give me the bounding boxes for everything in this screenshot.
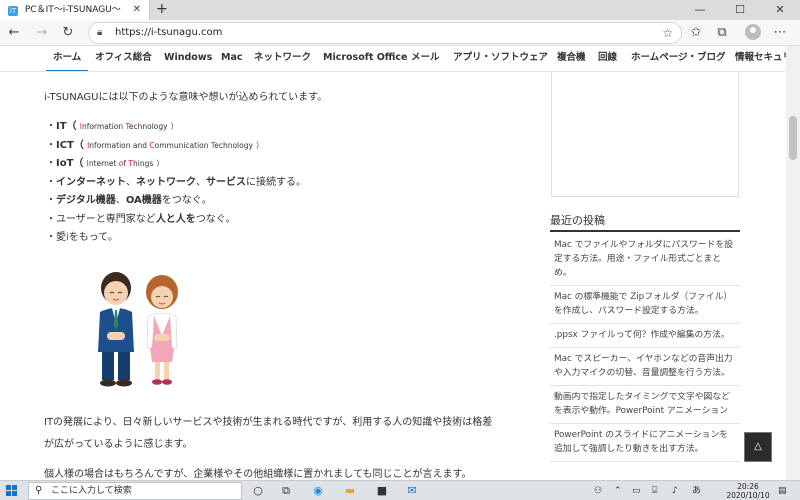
man-figure bbox=[98, 272, 134, 387]
nav-item-multifunction[interactable]: 複合機 bbox=[550, 46, 593, 71]
back-to-top-button[interactable]: △ bbox=[744, 432, 772, 462]
battery-icon[interactable]: ▭ bbox=[632, 481, 641, 500]
back-arrow-icon[interactable]: ← bbox=[4, 23, 24, 43]
browser-tab[interactable]: iT PC＆IT〜i-TSUNAGU〜 ✕ bbox=[0, 0, 150, 20]
nav-item-office[interactable]: オフィス総合 bbox=[88, 46, 159, 71]
site-favicon-icon: iT bbox=[8, 6, 18, 16]
main-content: i-TSUNAGUには以下のような意味や想いが込められています。 ・IT（ In… bbox=[0, 72, 786, 480]
favorite-star-icon[interactable]: ☆ bbox=[662, 23, 673, 43]
store-icon[interactable]: ■ bbox=[374, 483, 390, 499]
forward-arrow-icon[interactable]: → bbox=[32, 23, 52, 43]
nav-item-windows[interactable]: Windows bbox=[157, 46, 219, 71]
edge-browser-icon[interactable]: ◉ bbox=[310, 483, 326, 499]
woman-figure bbox=[146, 275, 178, 385]
network-icon[interactable]: ⌸ bbox=[652, 481, 657, 500]
site-nav: ホーム オフィス総合 Windows Mac ネットワーク Microsoft … bbox=[0, 46, 786, 72]
meaning-list: ・IT（ Information Technology ） ・ICT（ Info… bbox=[46, 118, 306, 248]
favorites-icon[interactable]: ✩ bbox=[686, 23, 706, 43]
nav-item-mail[interactable]: メール bbox=[404, 46, 447, 71]
recent-posts-title: 最近の投稿 bbox=[550, 214, 605, 227]
term-iot: IoT bbox=[56, 158, 74, 169]
lock-icon[interactable]: 🔒︎ bbox=[97, 23, 102, 43]
nav-item-homepage-blog[interactable]: ホームページ・ブログ bbox=[624, 46, 733, 71]
maximize-button[interactable]: ☐ bbox=[720, 0, 760, 20]
bowing-people-illustration bbox=[98, 272, 178, 387]
menu-icon[interactable]: ⋯ bbox=[770, 23, 790, 43]
nav-item-network[interactable]: ネットワーク bbox=[247, 46, 318, 71]
recent-post-link[interactable]: Mac でスピーカー、イヤホンなどの音声出力や入力マイクの切替、音量調整を行う方… bbox=[550, 348, 740, 386]
list-item: ・ICT（ Information and Communication Tech… bbox=[46, 139, 264, 151]
nav-item-microsoft-office[interactable]: Microsoft Office bbox=[316, 46, 414, 71]
browser-toolbar: ← → ↻ 🔒︎ https://i-tsunagu.com ☆ ✩ ⧉ ⋯ bbox=[0, 20, 800, 46]
tab-title: PC＆IT〜i-TSUNAGU〜 bbox=[24, 5, 121, 15]
windows-start-icon[interactable] bbox=[6, 485, 18, 497]
nav-item-apps[interactable]: アプリ・ソフトウェア bbox=[446, 46, 555, 71]
notifications-icon[interactable]: ▤ bbox=[778, 481, 787, 500]
list-item: ・IT（ Information Technology ） bbox=[46, 121, 179, 132]
search-icon: ⚲ bbox=[35, 485, 43, 496]
file-explorer-icon[interactable]: ▬ bbox=[342, 483, 358, 499]
term-ict: ICT bbox=[56, 139, 74, 151]
cortana-icon[interactable]: ○ bbox=[250, 483, 266, 499]
new-tab-button[interactable]: + bbox=[156, 0, 168, 18]
system-clock[interactable]: 20:26 2020/10/10 bbox=[722, 482, 774, 500]
recent-posts-underline bbox=[550, 230, 740, 232]
recent-posts-list: Mac でファイルやフォルダにパスワードを設定する方法。用途・ファイル形式ごとま… bbox=[550, 234, 740, 462]
mail-icon[interactable]: ✉ bbox=[404, 483, 420, 499]
recent-post-link[interactable]: PowerPoint のスライドにアニメーションを追加して強調したり動きを出す方… bbox=[550, 424, 740, 462]
ime-indicator[interactable]: あ bbox=[692, 481, 701, 500]
paragraph: 個人様の場合はもちろんですが、企業様やその他組織様に置かれましても同じことが言え… bbox=[44, 469, 472, 480]
nav-item-security[interactable]: 情報セキュリ bbox=[728, 46, 786, 71]
address-bar[interactable]: 🔒︎ https://i-tsunagu.com ☆ bbox=[88, 22, 682, 44]
recent-post-link[interactable]: Mac の標準機能で Zipフォルダ（ファイル）を作成し、パスワード設定する方法… bbox=[550, 286, 740, 324]
scrollbar-thumb[interactable] bbox=[789, 116, 797, 160]
task-view-icon[interactable]: ⧉ bbox=[278, 483, 294, 499]
nav-item-line[interactable]: 回線 bbox=[591, 46, 624, 71]
term-it: IT bbox=[56, 121, 67, 132]
nav-item-mac[interactable]: Mac bbox=[214, 46, 250, 71]
minimize-button[interactable]: — bbox=[680, 0, 720, 20]
recent-post-link[interactable]: .ppsx ファイルって何？作成や編集の方法。 bbox=[550, 324, 740, 348]
volume-icon[interactable]: ♪ bbox=[672, 481, 678, 500]
list-item: ・IoT（ Internet of Things ） bbox=[46, 158, 164, 169]
taskbar: ⚲ ここに入力して検索 ○ ⧉ ◉ ▬ ■ ✉ ⚇ ⌃ ▭ ⌸ ♪ あ 20:2… bbox=[0, 480, 800, 500]
recent-post-link[interactable]: Mac でファイルやフォルダにパスワードを設定する方法。用途・ファイル形式ごとま… bbox=[550, 234, 740, 286]
intro-text: i-TSUNAGUには以下のような意味や想いが込められています。 bbox=[44, 92, 328, 103]
chevron-up-icon[interactable]: ⌃ bbox=[614, 481, 622, 500]
tab-strip: iT PC＆IT〜i-TSUNAGU〜 ✕ + — ☐ ✕ bbox=[0, 0, 800, 20]
nav-item-home[interactable]: ホーム bbox=[46, 46, 89, 71]
sidebar-widget-box bbox=[551, 72, 739, 197]
profile-avatar[interactable] bbox=[745, 24, 761, 40]
page-scrollbar[interactable] bbox=[786, 46, 800, 480]
recent-post-link[interactable]: 動画内で指定したタイミングで文字や図などを表示や動作。PowerPoint アニ… bbox=[550, 386, 740, 424]
tab-close-icon[interactable]: ✕ bbox=[133, 0, 141, 20]
taskbar-search-input[interactable]: ⚲ ここに入力して検索 bbox=[28, 482, 242, 500]
list-item: ・愛iをもって。 bbox=[46, 232, 118, 243]
list-item: ・インターネット、ネットワーク、サービスに接続する。 bbox=[46, 176, 306, 188]
refresh-icon[interactable]: ↻ bbox=[58, 23, 78, 43]
people-icon[interactable]: ⚇ bbox=[594, 481, 602, 500]
list-item: ・デジタル機器、OA機器をつなぐ。 bbox=[46, 195, 212, 206]
address-url[interactable]: https://i-tsunagu.com bbox=[115, 23, 222, 43]
collections-icon[interactable]: ⧉ bbox=[712, 23, 732, 43]
list-item: ・ユーザーと専門家など人と人をつなぐ。 bbox=[46, 213, 236, 225]
close-window-button[interactable]: ✕ bbox=[760, 0, 800, 20]
paragraph: ITの発展により、日々新しいサービスや技術が生まれる時代ですが、利用する人の知識… bbox=[44, 417, 493, 450]
